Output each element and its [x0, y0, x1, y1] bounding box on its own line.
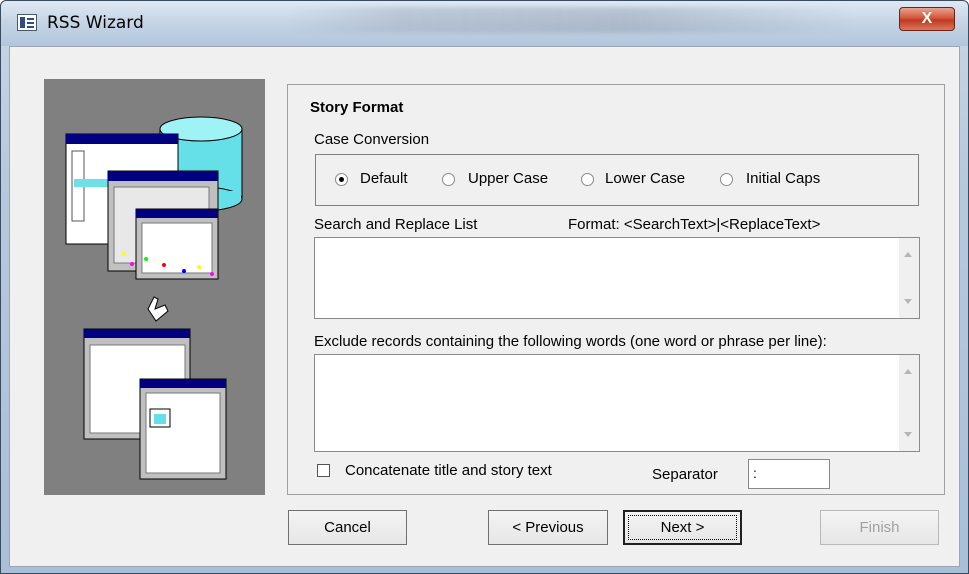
scroll-up-icon[interactable] [904, 369, 912, 374]
rss-wizard-window: RSS Wizard X Story Format Case Conversio… [0, 0, 969, 574]
separator-input[interactable]: : [748, 459, 830, 489]
scroll-up-icon[interactable] [904, 252, 912, 257]
exclude-textarea[interactable] [314, 354, 920, 452]
cancel-button[interactable]: Cancel [288, 510, 407, 545]
exclude-scrollbar[interactable] [899, 355, 919, 451]
scroll-down-icon[interactable] [904, 299, 912, 304]
radio-default[interactable] [335, 173, 348, 186]
search-replace-textarea[interactable] [314, 237, 920, 319]
window-title: RSS Wizard [47, 13, 144, 33]
search-replace-label: Search and Replace List [314, 216, 478, 233]
concatenate-checkbox[interactable] [317, 464, 330, 477]
radio-initial-caps[interactable] [720, 173, 733, 186]
separator-label: Separator [652, 466, 718, 483]
previous-button[interactable]: < Previous [488, 510, 608, 545]
app-window-icon [17, 14, 37, 31]
close-icon[interactable]: X [899, 7, 955, 31]
next-button[interactable]: Next > [623, 510, 742, 545]
radio-lower-case-label[interactable]: Lower Case [605, 170, 685, 187]
radio-upper-case[interactable] [442, 173, 455, 186]
radio-upper-case-label[interactable]: Upper Case [468, 170, 548, 187]
finish-button: Finish [820, 510, 939, 545]
wizard-illustration [44, 79, 265, 495]
scroll-down-icon[interactable] [904, 432, 912, 437]
search-replace-scrollbar[interactable] [899, 238, 919, 318]
focus-rectangle [628, 515, 737, 540]
radio-initial-caps-label[interactable]: Initial Caps [746, 170, 820, 187]
concatenate-label[interactable]: Concatenate title and story text [345, 462, 552, 479]
title-bar[interactable]: RSS Wizard X [1, 1, 968, 46]
search-replace-format-label: Format: <SearchText>|<ReplaceText> [568, 216, 821, 233]
exclude-label: Exclude records containing the following… [314, 333, 827, 350]
wizard-artwork-icon [65, 116, 243, 480]
radio-default-label[interactable]: Default [360, 170, 408, 187]
section-title: Story Format [310, 99, 404, 116]
radio-lower-case[interactable] [581, 173, 594, 186]
title-bar-background [291, 7, 851, 33]
case-conversion-label: Case Conversion [314, 131, 430, 148]
